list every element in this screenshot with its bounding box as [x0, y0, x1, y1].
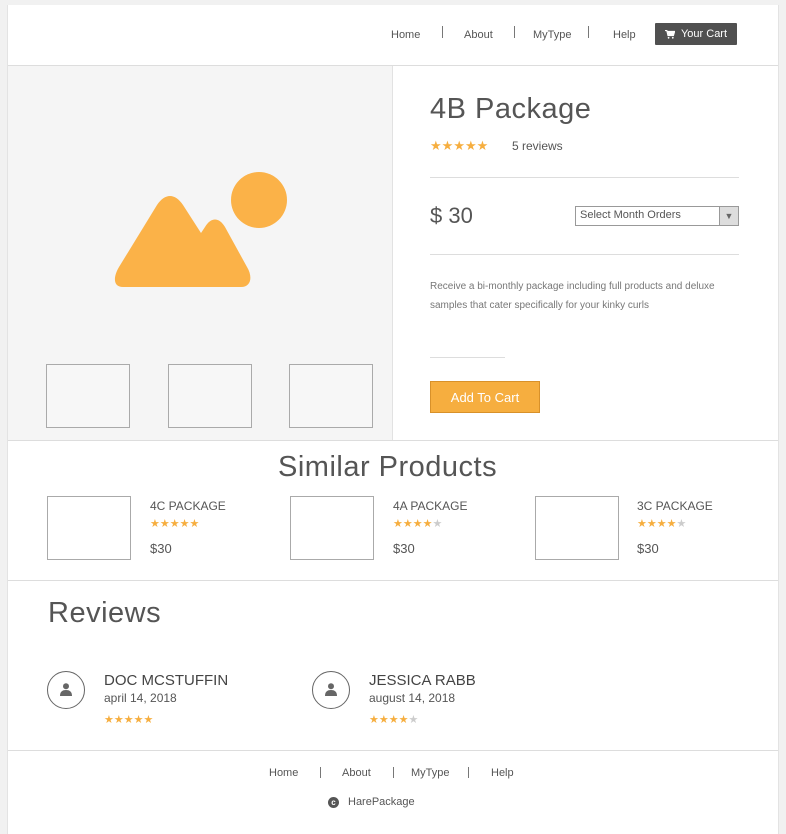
product-price: $ 30: [430, 203, 473, 228]
review-rating: ★★★★★: [369, 713, 418, 726]
nav-divider: [514, 26, 515, 38]
reviews-title: Reviews: [48, 597, 162, 629]
avatar: [47, 671, 85, 709]
page: Home About MyType Help Your Cart 4B Pack…: [7, 5, 779, 834]
user-icon: [325, 683, 337, 696]
nav-home[interactable]: Home: [391, 29, 420, 41]
header: Home About MyType Help Your Cart: [8, 5, 778, 66]
star-icon: ★: [169, 518, 180, 530]
similar-product-rating: ★★★★★: [150, 517, 199, 530]
star-icon: ★: [393, 518, 403, 530]
star-icon: ★: [123, 714, 134, 726]
select-label: Select Month Orders: [580, 209, 681, 221]
footer-nav-mytype[interactable]: MyType: [411, 767, 450, 779]
your-cart-label: Your Cart: [680, 28, 728, 40]
footer-nav-help[interactable]: Help: [491, 767, 514, 779]
star-icon: ★: [398, 714, 409, 726]
divider: [430, 357, 505, 358]
star-icon: ★: [189, 518, 200, 530]
similar-product-thumbnail[interactable]: [290, 496, 374, 560]
divider: [430, 177, 739, 178]
reviews-count[interactable]: 5 reviews: [512, 139, 563, 153]
star-icon: ★: [432, 518, 443, 530]
product-description: Receive a bi-monthly package including f…: [430, 281, 715, 311]
gallery-thumbnail[interactable]: [168, 364, 252, 428]
star-icon: ★: [676, 518, 687, 530]
month-orders-select[interactable]: Select Month Orders ▼: [575, 206, 739, 226]
star-icon: ★: [412, 518, 423, 530]
review-date: august 14, 2018: [369, 691, 456, 705]
gallery-thumbnail[interactable]: [289, 364, 373, 428]
user-icon: [60, 683, 72, 696]
star-icon: ★: [369, 714, 379, 726]
star-icon: ★: [159, 518, 170, 530]
nav-divider: [442, 26, 443, 38]
star-icon: ★: [453, 138, 465, 153]
similar-product-price: $30: [637, 541, 659, 556]
similar-product-rating: ★★★★★: [637, 517, 686, 530]
nav-help[interactable]: Help: [613, 29, 636, 41]
star-icon: ★: [476, 138, 489, 153]
footer-nav-about[interactable]: About: [342, 767, 371, 779]
product-gallery: [8, 66, 393, 440]
review-date: april 14, 2018: [104, 691, 177, 705]
star-icon: ★: [441, 138, 454, 153]
similar-product-price: $30: [393, 541, 415, 556]
star-icon: ★: [408, 714, 419, 726]
reviewer-name: JESSICA RABB: [369, 672, 476, 689]
similar-product-name[interactable]: 3C PACKAGE: [637, 499, 713, 513]
divider: [430, 254, 739, 255]
image-placeholder-icon: [114, 172, 287, 287]
similar-products-title: Similar Products: [278, 451, 498, 483]
star-icon: ★: [150, 518, 160, 530]
star-icon: ★: [430, 138, 442, 153]
similar-product-thumbnail[interactable]: [47, 496, 131, 560]
your-cart-button[interactable]: Your Cart: [655, 23, 737, 45]
nav-divider: [320, 767, 321, 778]
chevron-down-icon: ▼: [719, 207, 738, 225]
star-icon: ★: [422, 518, 433, 530]
nav-mytype[interactable]: MyType: [533, 29, 572, 41]
copyright-icon: c: [328, 796, 339, 808]
star-icon: ★: [113, 714, 124, 726]
nav-divider: [588, 26, 589, 38]
section-divider: [8, 440, 778, 441]
star-icon: ★: [464, 138, 477, 153]
copyright: c HarePackage: [328, 796, 415, 808]
star-icon: ★: [666, 518, 677, 530]
star-icon: ★: [179, 518, 190, 530]
section-divider: [8, 750, 778, 751]
copyright-label: HarePackage: [348, 796, 415, 808]
avatar: [312, 671, 350, 709]
star-icon: ★: [378, 714, 389, 726]
footer-nav-home[interactable]: Home: [269, 767, 298, 779]
product-rating-stars: ★★★★★: [430, 138, 488, 154]
cart-icon: [664, 29, 675, 39]
nav-divider: [393, 767, 394, 778]
nav-about[interactable]: About: [464, 29, 493, 41]
nav-divider: [468, 767, 469, 778]
star-icon: ★: [646, 518, 657, 530]
add-to-cart-button[interactable]: Add To Cart: [430, 381, 540, 413]
similar-product-name[interactable]: 4C PACKAGE: [150, 499, 226, 513]
similar-product-thumbnail[interactable]: [535, 496, 619, 560]
reviewer-name: DOC MCSTUFFIN: [104, 672, 229, 689]
star-icon: ★: [133, 714, 144, 726]
similar-product-name[interactable]: 4A PACKAGE: [393, 499, 467, 513]
star-icon: ★: [656, 518, 667, 530]
star-icon: ★: [143, 714, 154, 726]
similar-product-rating: ★★★★★: [393, 517, 442, 530]
star-icon: ★: [104, 714, 114, 726]
star-icon: ★: [637, 518, 647, 530]
star-icon: ★: [402, 518, 413, 530]
product-title: 4B Package: [430, 93, 592, 125]
review-rating: ★★★★★: [104, 713, 153, 726]
section-divider: [8, 580, 778, 581]
similar-product-price: $30: [150, 541, 172, 556]
gallery-thumbnail[interactable]: [46, 364, 130, 428]
star-icon: ★: [388, 714, 399, 726]
